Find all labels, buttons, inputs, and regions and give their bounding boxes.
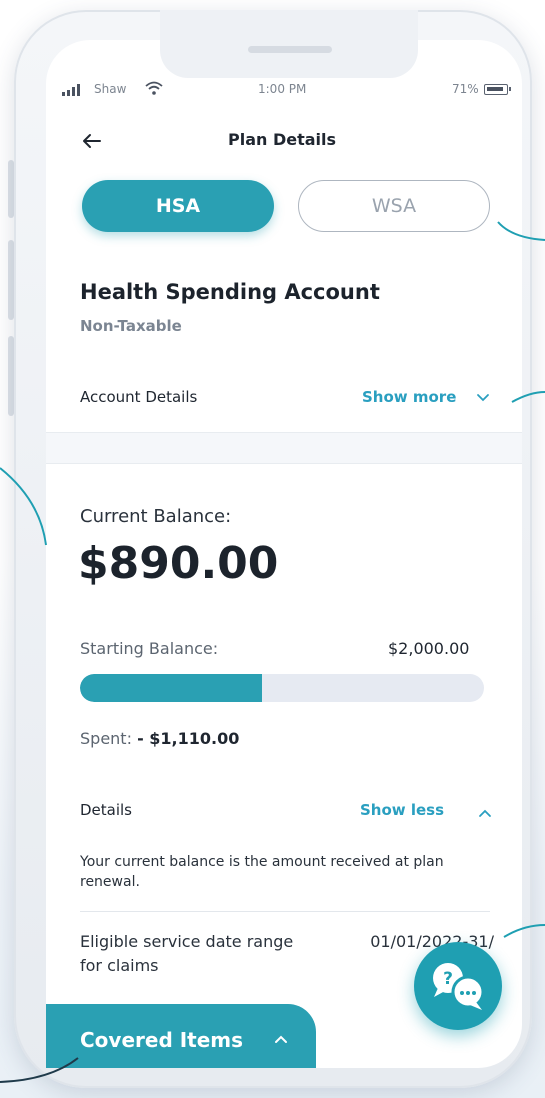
account-details-label: Account Details [80,388,198,406]
eligible-date-label: Eligible service date range for claims [80,932,294,975]
wifi-icon [145,81,163,95]
chat-help-button[interactable]: ? [414,942,502,1030]
signal-icon [62,84,80,96]
starting-balance-value: $2,000.00 [388,639,470,658]
account-subtitle: Non-Taxable [80,317,182,335]
details-label: Details [80,801,133,819]
section-divider [46,432,522,464]
tab-hsa[interactable]: HSA [82,180,274,232]
battery-percent: 71% [452,82,479,96]
covered-items-tab[interactable]: Covered Items [46,1004,316,1068]
chevron-down-icon[interactable] [476,391,490,405]
svg-text:?: ? [443,969,453,989]
show-more-link[interactable]: Show more [362,388,456,406]
spent-value: - $1,110.00 [137,729,240,748]
spent-row: Spent: - $1,110.00 [80,729,239,748]
account-title: Health Spending Account [80,280,380,304]
phone-speaker [248,46,332,53]
current-balance-value: $890.00 [78,538,279,589]
page-title: Plan Details [228,130,337,149]
chevron-up-icon [275,1035,287,1043]
tab-wsa[interactable]: WSA [298,180,490,232]
details-note: Your current balance is the amount recei… [80,854,444,890]
back-arrow-icon[interactable] [78,126,108,156]
current-balance-label: Current Balance: [80,506,232,527]
status-time: 1:00 PM [258,82,307,96]
divider [80,911,490,912]
chevron-up-icon[interactable] [478,806,492,820]
chat-bubbles-icon: ? [433,963,485,1010]
status-bar: Shaw 1:00 PM 71% [0,78,545,102]
balance-progress-bar [80,674,484,702]
starting-balance-label: Starting Balance: [80,639,219,658]
battery-icon [484,84,511,95]
phone-notch [160,10,418,78]
carrier-name: Shaw [94,82,127,96]
balance-progress-fill [80,674,262,702]
spent-label: Spent: [80,729,132,748]
show-less-link[interactable]: Show less [360,801,444,819]
covered-items-label: Covered Items [80,1028,244,1052]
